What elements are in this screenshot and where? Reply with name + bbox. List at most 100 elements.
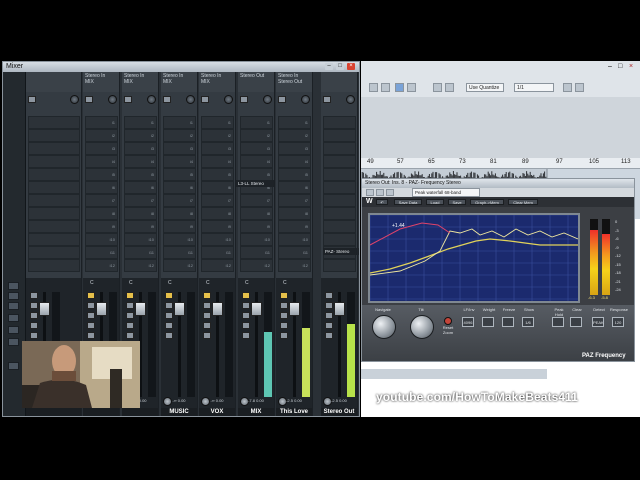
insert-slot[interactable]: i7 xyxy=(163,194,196,207)
insert-slot[interactable] xyxy=(323,142,356,155)
insert-slot[interactable] xyxy=(323,220,356,233)
channel-name[interactable] xyxy=(26,408,81,416)
common-button[interactable] xyxy=(8,282,19,290)
tool-button[interactable] xyxy=(395,83,404,92)
write-button[interactable] xyxy=(30,332,38,339)
read-button[interactable] xyxy=(165,322,173,329)
insert-slot[interactable]: i4 xyxy=(124,155,157,168)
volume-fader[interactable] xyxy=(251,302,262,316)
tool-button[interactable] xyxy=(433,83,442,92)
solo-button[interactable] xyxy=(325,302,333,309)
bypass-button[interactable] xyxy=(366,189,374,196)
write-button[interactable] xyxy=(242,332,250,339)
insert-slot[interactable]: i12 xyxy=(85,259,118,272)
mute-button[interactable] xyxy=(126,292,134,299)
insert-slot[interactable]: i10 xyxy=(201,233,234,246)
frequency-graph[interactable]: +1.44 xyxy=(368,213,580,303)
phase-button[interactable] xyxy=(201,96,209,103)
insert-slot[interactable] xyxy=(28,142,80,155)
listen-button[interactable] xyxy=(280,312,288,319)
insert-slot[interactable]: i8 xyxy=(278,207,311,220)
volume-fader[interactable] xyxy=(334,302,345,316)
write-button[interactable] xyxy=(386,189,394,196)
insert-slot[interactable]: i3 xyxy=(124,142,157,155)
tilt-knob[interactable] xyxy=(410,315,434,339)
undo-button[interactable]: ↶ xyxy=(376,199,388,205)
solo-button[interactable] xyxy=(280,302,288,309)
insert-slot[interactable]: i9 xyxy=(240,220,273,233)
mute-button[interactable] xyxy=(280,292,288,299)
insert-slot[interactable]: i5 xyxy=(201,168,234,181)
insert-slot[interactable] xyxy=(28,129,80,142)
write-button[interactable] xyxy=(87,332,95,339)
insert-slot[interactable]: i1 xyxy=(85,116,118,129)
read-button[interactable] xyxy=(203,322,211,329)
solo-button[interactable] xyxy=(30,302,38,309)
common-button[interactable] xyxy=(8,338,19,346)
insert-slot[interactable] xyxy=(323,116,356,129)
channel-name[interactable] xyxy=(122,408,158,416)
insert-slot[interactable]: i12 xyxy=(278,259,311,272)
insert-slot[interactable]: i7 xyxy=(124,194,157,207)
insert-slot[interactable]: i9 xyxy=(201,220,234,233)
insert-slot[interactable]: i2 xyxy=(201,129,234,142)
read-button[interactable] xyxy=(376,189,384,196)
quantize-type-select[interactable]: Use Quantize xyxy=(466,83,504,92)
control-button[interactable] xyxy=(570,317,582,327)
control-button[interactable] xyxy=(482,317,494,327)
channel-routing[interactable]: Stereo In MIX xyxy=(161,72,197,92)
insert-slot[interactable]: i3 xyxy=(85,142,118,155)
tool-button[interactable] xyxy=(369,83,378,92)
control-button[interactable]: 1/6 xyxy=(522,317,534,327)
phase-button[interactable] xyxy=(323,96,331,103)
insert-slot[interactable]: i7 xyxy=(240,194,273,207)
navigate-knob[interactable] xyxy=(372,315,396,339)
channel-routing[interactable]: Stereo In MIX xyxy=(122,72,158,92)
insert-slot[interactable] xyxy=(323,194,356,207)
channel-name[interactable]: MUSIC xyxy=(161,408,197,416)
insert-slot[interactable]: i6 xyxy=(163,181,196,194)
common-button[interactable] xyxy=(8,326,19,334)
insert-slot[interactable] xyxy=(323,168,356,181)
mute-button[interactable] xyxy=(165,292,173,299)
read-button[interactable] xyxy=(242,322,250,329)
insert-slot[interactable]: i2 xyxy=(124,129,157,142)
write-button[interactable] xyxy=(203,332,211,339)
listen-button[interactable] xyxy=(30,312,38,319)
solo-button[interactable] xyxy=(203,302,211,309)
insert-slot[interactable]: i7 xyxy=(85,194,118,207)
insert-slot[interactable]: i2 xyxy=(278,129,311,142)
minimize-icon[interactable]: – xyxy=(608,63,612,70)
channel-routing[interactable] xyxy=(26,72,81,92)
insert-slot[interactable]: i10 xyxy=(163,233,196,246)
volume-fader[interactable] xyxy=(39,302,50,316)
insert-slot[interactable]: i8 xyxy=(85,207,118,220)
channel-name[interactable]: MIX xyxy=(238,408,274,416)
insert-slot[interactable]: i3 xyxy=(163,142,196,155)
clear-mem-button[interactable]: Clear Mem xyxy=(508,199,538,205)
volume-fader[interactable] xyxy=(96,302,107,316)
insert-slot[interactable]: i8 xyxy=(201,207,234,220)
gain-knob[interactable] xyxy=(70,95,79,104)
phase-button[interactable] xyxy=(85,96,93,103)
insert-slot[interactable]: i1 xyxy=(201,116,234,129)
insert-slot[interactable]: i11 xyxy=(163,246,196,259)
insert-slot[interactable]: i9 xyxy=(124,220,157,233)
insert-slot[interactable]: i12 xyxy=(240,259,273,272)
insert-slot[interactable] xyxy=(323,207,356,220)
common-button[interactable] xyxy=(8,302,19,310)
insert-slot[interactable] xyxy=(28,233,80,246)
channel-name[interactable]: VOX xyxy=(199,408,235,416)
close-icon[interactable]: × xyxy=(629,63,633,70)
gain-knob[interactable] xyxy=(346,95,355,104)
insert-slot[interactable]: i2 xyxy=(85,129,118,142)
tool-button[interactable] xyxy=(445,83,454,92)
control-button[interactable]: 4096 xyxy=(462,317,474,327)
insert-slot[interactable] xyxy=(28,181,80,194)
listen-button[interactable] xyxy=(165,312,173,319)
mute-button[interactable] xyxy=(203,292,211,299)
insert-slot[interactable]: i9 xyxy=(163,220,196,233)
channel-routing[interactable]: Stereo In MIX xyxy=(199,72,235,92)
maximize-icon[interactable]: □ xyxy=(336,63,344,70)
insert-slot[interactable]: i12 xyxy=(163,259,196,272)
